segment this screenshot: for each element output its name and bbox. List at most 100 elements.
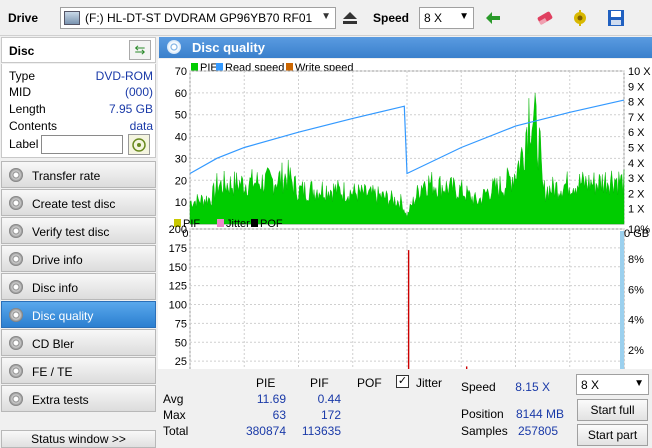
max-pie-value: 63 <box>272 408 286 422</box>
disc-label-key: Label <box>9 137 39 151</box>
total-pie-value: 380874 <box>245 424 286 438</box>
left-axis-tick-label: 150 <box>169 262 187 274</box>
legend-read-speed-swatch <box>216 63 223 71</box>
sidebar-item-disc-info[interactable]: Disc info <box>1 273 156 300</box>
right-axis-tick-label: 6 X <box>628 127 645 139</box>
disc-info-row: Contents data <box>9 119 153 135</box>
left-axis-tick-label: 125 <box>169 281 187 293</box>
chevron-down-icon: ▼ <box>459 11 469 22</box>
left-axis-tick-label: 200 <box>169 224 187 236</box>
settings-button[interactable] <box>568 6 592 30</box>
drive-select-value: (F:) HL-DT-ST DVDRAM GP96YB70 RF01 <box>85 11 313 25</box>
right-axis-tick-label: 8 X <box>628 97 645 109</box>
erase-button[interactable] <box>533 6 557 30</box>
right-axis-tick-label: 10% <box>628 224 650 236</box>
drive-select[interactable]: (F:) HL-DT-ST DVDRAM GP96YB70 RF01 ▼ <box>60 7 336 29</box>
left-axis-tick-label: 175 <box>169 243 187 255</box>
eject-button[interactable] <box>338 6 362 30</box>
sidebar-item-label: CD Bler <box>32 337 75 351</box>
legend-write-speed-swatch <box>286 63 293 71</box>
refresh-speed-button[interactable] <box>481 6 505 30</box>
speed-select-value: 8 X <box>424 11 443 25</box>
right-axis-tick-label: 3 X <box>628 173 645 185</box>
legend-jitter-swatch <box>217 219 224 227</box>
sidebar-item-create-test-disc[interactable]: Create test disc <box>1 189 156 216</box>
toolbar: Drive (F:) HL-DT-ST DVDRAM GP96YB70 RF01… <box>0 0 652 36</box>
refresh-icon <box>486 12 500 24</box>
right-axis-tick-label: 6% <box>628 284 644 296</box>
eject-icon <box>343 12 357 24</box>
disc-icon <box>9 252 23 266</box>
total-pif-value: 113635 <box>301 424 341 438</box>
sidebar-item-label: Drive info <box>32 253 83 267</box>
disc-label-button[interactable] <box>128 134 150 155</box>
disc-header: Disc ⇆ <box>1 37 156 63</box>
col-pie-header: PIE <box>256 376 276 390</box>
right-axis-tick-label: 4 X <box>628 158 645 170</box>
legend-jitter-label: Jitter <box>226 218 250 230</box>
drive-icon <box>64 11 80 25</box>
speed-select[interactable]: 8 X ▼ <box>419 7 474 29</box>
right-axis-tick-label: 8% <box>628 254 644 266</box>
left-axis-tick-label: 10 <box>175 197 187 209</box>
start-full-button[interactable]: Start full <box>577 399 648 421</box>
chevron-down-icon: ▼ <box>634 378 644 389</box>
start-part-button[interactable]: Start part <box>577 424 648 446</box>
disc-icon <box>9 308 23 322</box>
disc-info-value: 7.95 GB <box>108 102 153 116</box>
legend-pof-swatch <box>251 219 258 227</box>
status-window-button[interactable]: Status window >> <box>1 430 156 448</box>
disc-info-value: DVD-ROM <box>95 69 153 83</box>
disc-info-row: MID (000) <box>9 85 153 101</box>
test-speed-value: 8 X <box>581 378 600 392</box>
jitter-label: Jitter <box>416 376 443 390</box>
jitter-checkbox[interactable]: ✓ <box>396 375 409 388</box>
label-edit-icon <box>132 137 146 152</box>
max-pif-value: 172 <box>320 408 341 422</box>
stats-row-label: Avg <box>163 392 184 406</box>
sidebar-item-drive-info[interactable]: Drive info <box>1 245 156 272</box>
sidebar-item-label: Create test disc <box>32 197 116 211</box>
right-axis-tick-label: 1 X <box>628 204 645 216</box>
test-speed-select[interactable]: 8 X ▼ <box>576 374 649 395</box>
avg-pie-value: 11.69 <box>256 392 286 406</box>
sidebar-item-extra-tests[interactable]: Extra tests <box>1 385 156 412</box>
right-axis-tick-label: 9 X <box>628 81 645 93</box>
disc-label-input[interactable] <box>41 135 123 154</box>
sidebar-item-label: FE / TE <box>32 365 73 379</box>
sidebar-item-cd-bler[interactable]: CD Bler <box>1 329 156 356</box>
chevron-down-icon: ▼ <box>321 11 331 22</box>
left-axis-tick-label: 40 <box>175 132 187 144</box>
disc-icon <box>9 196 23 210</box>
panel-header: Disc quality <box>159 37 652 58</box>
sidebar-item-label: Verify test disc <box>32 225 110 239</box>
disc-icon <box>9 364 23 378</box>
sidebar-item-disc-quality[interactable]: Disc quality <box>1 301 156 328</box>
right-axis-tick-label: 10 X <box>628 66 651 78</box>
speed-readout-label: Speed <box>461 380 496 394</box>
save-button[interactable] <box>604 6 628 30</box>
sidebar-item-verify-test-disc[interactable]: Verify test disc <box>1 217 156 244</box>
stats-row-label: Total <box>163 424 189 438</box>
position-label: Position <box>461 407 504 421</box>
left-axis-tick-label: 25 <box>175 356 187 368</box>
disc-icon <box>9 224 23 238</box>
save-icon <box>608 10 624 26</box>
disc-info-key: MID <box>9 85 31 99</box>
sidebar-item-fe-te[interactable]: FE / TE <box>1 357 156 384</box>
disc-refresh-button[interactable]: ⇆ <box>129 40 151 60</box>
left-axis-tick-label: 30 <box>175 153 187 165</box>
disc-info-row: Length 7.95 GB <box>9 102 153 118</box>
samples-label: Samples <box>461 424 508 438</box>
disc-quality-charts: PIE Read speed Write speed1 X2 X3 X4 X5 X6… <box>169 62 651 369</box>
sidebar-item-label: Transfer rate <box>32 169 101 183</box>
disc-icon <box>9 336 23 350</box>
left-axis-tick-label: 100 <box>169 300 187 312</box>
legend-pie-swatch <box>191 63 198 71</box>
sidebar-item-transfer-rate[interactable]: Transfer rate <box>1 161 156 188</box>
disc-icon <box>167 40 181 54</box>
position-value: 8144 MB <box>515 407 564 421</box>
panel-title: Disc quality <box>192 40 265 55</box>
left-axis-tick-label: 50 <box>175 337 187 349</box>
right-axis-tick-label: 4% <box>628 315 644 327</box>
